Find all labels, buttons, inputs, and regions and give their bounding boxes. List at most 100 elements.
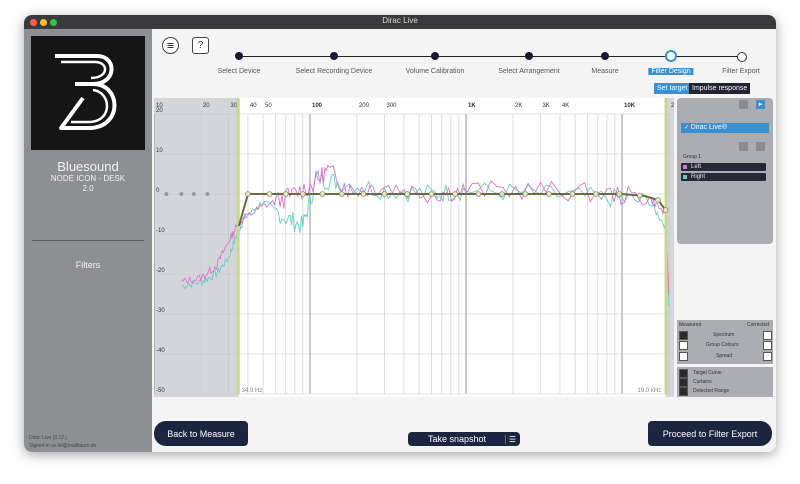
snapshot-label: Take snapshot bbox=[427, 434, 487, 444]
target-control-point[interactable] bbox=[245, 191, 251, 197]
spectrum-measured-checkbox[interactable] bbox=[679, 331, 688, 340]
step-dot-3[interactable] bbox=[431, 52, 439, 60]
measured-options-panel: Measured Corrected Spectrum Group Colour… bbox=[677, 320, 773, 364]
y-tick-label: -30 bbox=[156, 308, 165, 314]
target-control-point[interactable] bbox=[522, 191, 529, 197]
group-colours-measured-checkbox[interactable] bbox=[679, 341, 688, 350]
help-button[interactable]: ? bbox=[192, 37, 209, 54]
x-tick-label: 50 bbox=[265, 103, 272, 109]
low-curtain[interactable] bbox=[154, 98, 239, 397]
x-tick-label: 300 bbox=[386, 103, 397, 109]
target-control-point[interactable] bbox=[428, 191, 435, 197]
target-control-point[interactable] bbox=[655, 197, 661, 203]
channel-item-right[interactable]: Right bbox=[681, 173, 766, 181]
target-control-point[interactable] bbox=[637, 192, 643, 199]
measured-label: Measured bbox=[679, 322, 702, 328]
low-curtain-edge[interactable] bbox=[236, 98, 240, 394]
channel-name: Right bbox=[691, 174, 706, 180]
back-to-measure-button[interactable]: Back to Measure bbox=[154, 421, 248, 446]
target-control-point[interactable] bbox=[546, 191, 552, 197]
menu-button[interactable] bbox=[162, 37, 179, 54]
x-tick-label: 4K bbox=[562, 103, 569, 109]
target-control-point[interactable] bbox=[616, 191, 623, 197]
device-brand: Bluesound bbox=[57, 159, 119, 174]
target-control-point[interactable] bbox=[452, 191, 458, 197]
target-control-point[interactable] bbox=[283, 191, 289, 197]
sidebar-item-filters[interactable]: Filters bbox=[24, 260, 152, 270]
chart-svg[interactable]: 10203040501002003001K2K3K4K10K20K20100-1… bbox=[153, 98, 682, 397]
logo-mark-icon bbox=[55, 54, 117, 130]
copy-group-icon[interactable] bbox=[739, 142, 748, 151]
app-version: Dirac Live (3.12.) bbox=[29, 435, 68, 441]
device-version: 2.0 bbox=[82, 184, 94, 193]
curtains-checkbox[interactable] bbox=[679, 378, 688, 387]
step-label-2[interactable]: Select Recording Device bbox=[296, 68, 373, 75]
device-model: NODE ICON - DESK bbox=[50, 174, 126, 183]
target-control-point[interactable] bbox=[499, 191, 505, 197]
y-tick-label: 20 bbox=[156, 108, 163, 114]
x-tick-label: 200 bbox=[359, 103, 370, 109]
target-curve-checkbox[interactable] bbox=[679, 369, 688, 378]
display-options-panel: Target Curve Curtains Detected Range bbox=[677, 367, 773, 397]
group-settings-icon[interactable] bbox=[756, 142, 765, 151]
signed-in-user: Signed in as lkl@mailbaum.de bbox=[29, 443, 97, 449]
step-label-4[interactable]: Select Arrangement bbox=[498, 68, 559, 75]
take-snapshot-button[interactable]: Take snapshot ☰ bbox=[408, 432, 520, 446]
channel-panel: ▸ ✓ Dirac Live® Group 1 Left Right bbox=[677, 98, 773, 244]
spread-corrected-checkbox[interactable] bbox=[763, 352, 772, 361]
x-tick-label: 2K bbox=[515, 103, 522, 109]
dirac-live-channel[interactable]: ✓ Dirac Live® bbox=[681, 123, 769, 133]
copy-icon[interactable] bbox=[739, 100, 748, 109]
target-control-point[interactable] bbox=[569, 191, 576, 197]
step-label-3[interactable]: Volume Calibration bbox=[406, 68, 465, 75]
x-tick-label: 40 bbox=[250, 103, 257, 109]
x-tick-label: 1K bbox=[468, 103, 476, 109]
channel-item-left[interactable]: Left bbox=[681, 163, 766, 171]
x-tick-label: 20 bbox=[203, 103, 210, 109]
title-bar: Dirac Live bbox=[24, 15, 776, 29]
high-curtain-edge[interactable] bbox=[664, 98, 668, 394]
proceed-to-filter-export-button[interactable]: Proceed to Filter Export bbox=[648, 421, 772, 446]
target-curve-label: Target Curve bbox=[693, 370, 722, 376]
target-control-point[interactable] bbox=[266, 191, 273, 197]
corrected-label: Corrected bbox=[747, 322, 769, 328]
channel-color-swatch bbox=[683, 175, 687, 179]
step-dot-6[interactable] bbox=[665, 50, 677, 62]
target-control-point[interactable] bbox=[300, 191, 306, 197]
target-control-point[interactable] bbox=[339, 191, 345, 197]
group-colours-corrected-checkbox[interactable] bbox=[763, 341, 772, 350]
step-dot-2[interactable] bbox=[330, 52, 338, 60]
high-limit-label: 19.0 kHz bbox=[638, 388, 662, 394]
target-control-point[interactable] bbox=[381, 191, 388, 197]
step-dot-4[interactable] bbox=[525, 52, 533, 60]
bluesound-logo bbox=[31, 36, 145, 150]
step-label-5[interactable]: Measure bbox=[591, 68, 618, 75]
series-line-left[interactable] bbox=[181, 164, 670, 295]
step-dot-5[interactable] bbox=[601, 52, 609, 60]
spectrum-corrected-checkbox[interactable] bbox=[763, 331, 772, 340]
channel-name: Left bbox=[691, 164, 702, 170]
snapshot-list-icon[interactable]: ☰ bbox=[504, 434, 516, 444]
filter-design-chart[interactable]: 10203040501002003001K2K3K4K10K20K20100-1… bbox=[153, 98, 682, 397]
step-dot-7[interactable] bbox=[737, 52, 747, 62]
expand-icon[interactable]: ▸ bbox=[756, 100, 765, 109]
spread-measured-checkbox[interactable] bbox=[679, 352, 688, 361]
x-tick-label: 30 bbox=[230, 103, 237, 109]
series-line-right[interactable] bbox=[181, 169, 670, 307]
target-control-point[interactable] bbox=[360, 191, 367, 197]
step-label-7[interactable]: Filter Export bbox=[722, 68, 760, 75]
set-target-tab[interactable]: Set target bbox=[654, 83, 691, 94]
step-dot-1[interactable] bbox=[235, 52, 243, 60]
group-colours-label: Group Colours bbox=[706, 342, 739, 348]
step-label-1[interactable]: Select Device bbox=[218, 68, 261, 75]
step-label-6[interactable]: Filter Design bbox=[648, 68, 694, 75]
detected-range-checkbox[interactable] bbox=[679, 387, 688, 396]
target-control-point[interactable] bbox=[475, 191, 482, 197]
target-control-point[interactable] bbox=[593, 191, 599, 197]
target-control-point[interactable] bbox=[662, 207, 669, 213]
target-control-point[interactable] bbox=[319, 191, 326, 197]
spread-label: Spread bbox=[716, 353, 733, 359]
spectrum-label: Spectrum bbox=[713, 332, 735, 338]
target-control-point[interactable] bbox=[404, 191, 411, 197]
impulse-response-tab[interactable]: Impulse response bbox=[689, 83, 751, 94]
